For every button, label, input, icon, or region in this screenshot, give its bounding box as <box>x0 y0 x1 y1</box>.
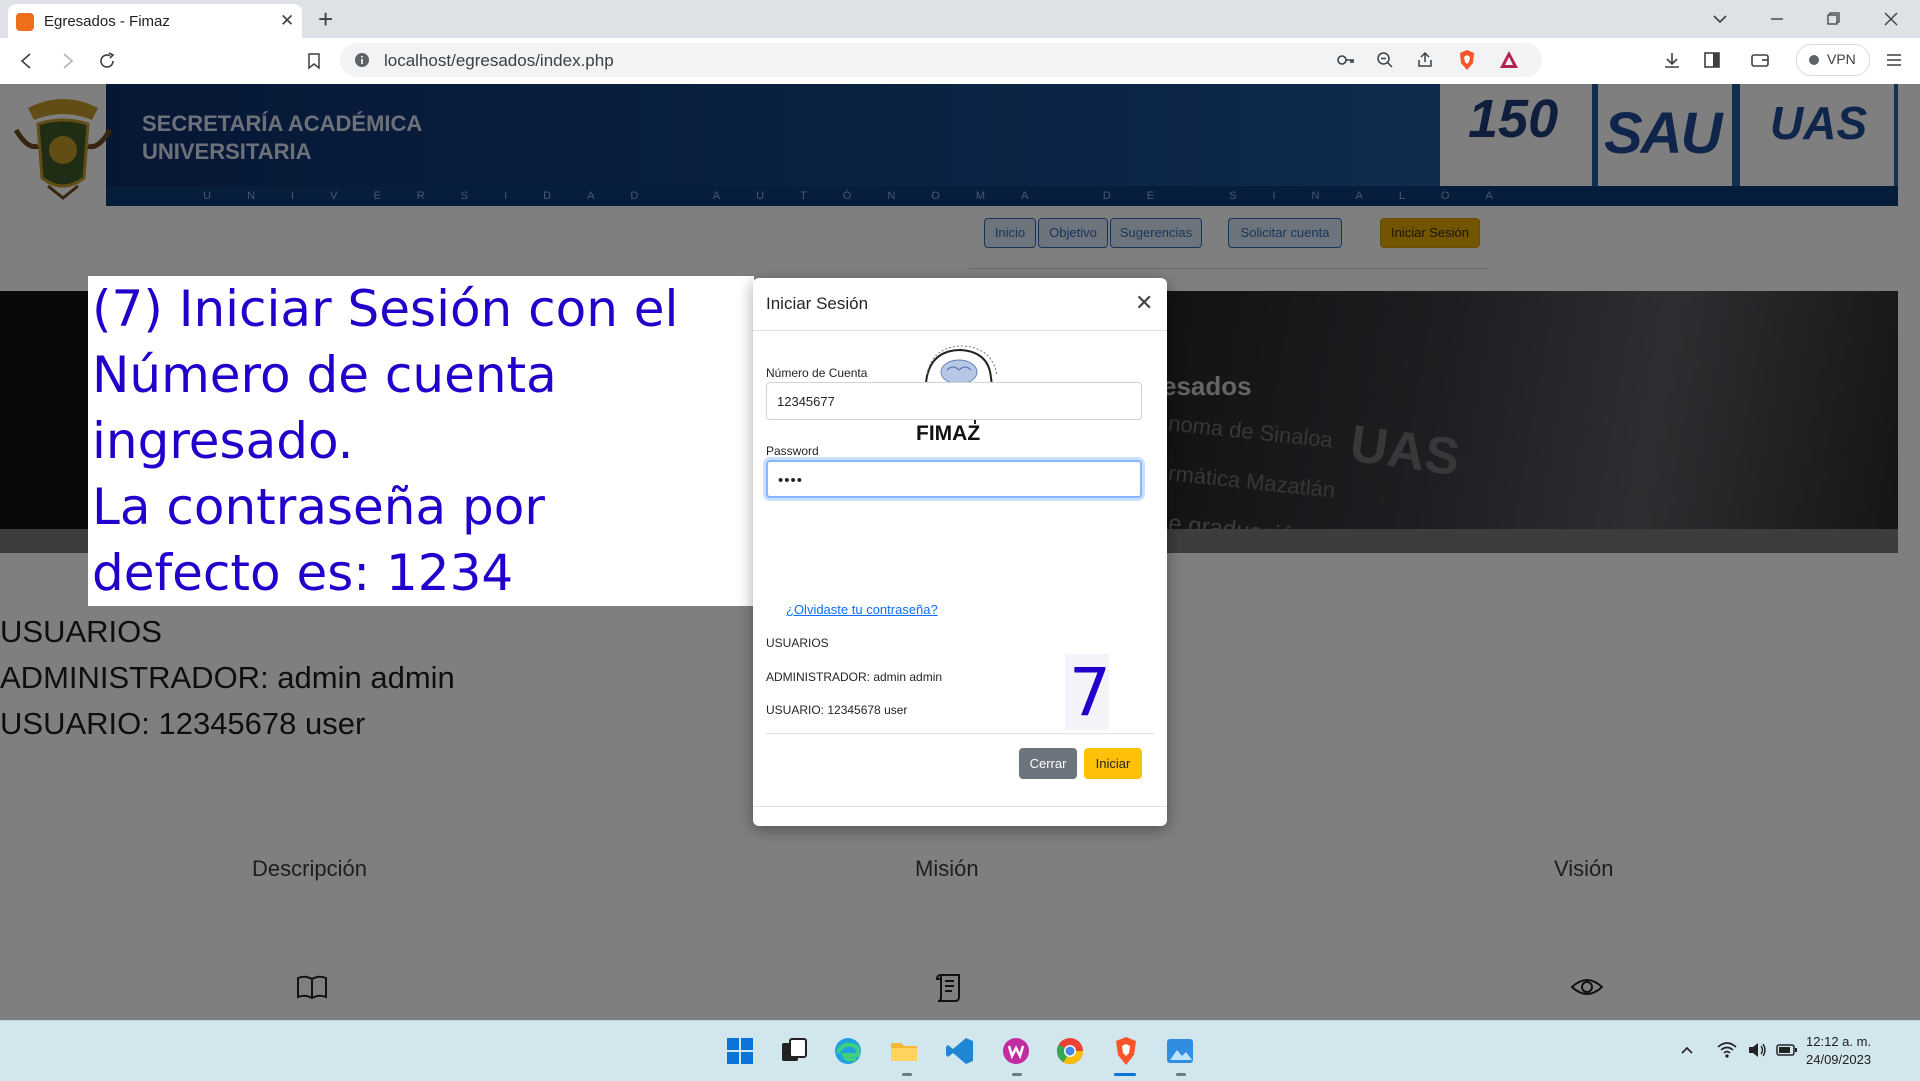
wallet-icon[interactable] <box>1750 50 1770 70</box>
password-input[interactable]: •••• <box>766 460 1142 498</box>
modal-close-icon[interactable]: ✕ <box>1135 292 1153 314</box>
photos-icon[interactable] <box>1164 1035 1196 1067</box>
reload-icon[interactable] <box>96 50 118 72</box>
tutorial-text: (7) Iniciar Sesión con el Número de cuen… <box>92 280 679 602</box>
xampp-favicon-icon <box>16 13 34 31</box>
chrome-icon[interactable] <box>1054 1035 1086 1067</box>
modal-separator <box>766 733 1154 734</box>
battery-icon[interactable] <box>1776 1042 1798 1058</box>
clock-time: 12:12 a. m. <box>1806 1034 1872 1049</box>
download-icon[interactable] <box>1662 50 1682 70</box>
file-explorer-icon[interactable] <box>888 1035 920 1067</box>
browser-toolbar: localhost/egresados/index.php VPN <box>0 38 1920 85</box>
taskbar-clock[interactable]: 12:12 a. m. 24/09/2023 <box>1806 1033 1871 1069</box>
taskbar-active-indicator <box>1114 1073 1136 1076</box>
wifi-icon[interactable] <box>1716 1040 1738 1060</box>
windows-start-icon[interactable] <box>724 1035 756 1067</box>
brave-browser-icon[interactable] <box>1110 1035 1142 1067</box>
volume-icon[interactable] <box>1746 1040 1768 1060</box>
login-modal: Iniciar Sesión ✕ FIMAZ Número de Cuenta … <box>753 278 1167 826</box>
modal-users-heading: USUARIOS <box>766 636 829 650</box>
fimaz-logo-text: FIMAZ <box>916 422 981 445</box>
new-tab-icon[interactable]: + <box>318 6 333 32</box>
windows-taskbar: 12:12 a. m. 24/09/2023 <box>0 1020 1920 1081</box>
brave-shields-icon[interactable] <box>1456 49 1478 71</box>
vpn-label: VPN <box>1827 51 1856 67</box>
taskbar-running-indicator <box>902 1073 912 1076</box>
forward-icon[interactable] <box>56 50 78 72</box>
browser-tab[interactable]: Egresados - Fimaz ✕ <box>8 4 302 38</box>
modal-users-admin: ADMINISTRADOR: admin admin <box>766 670 943 684</box>
taskbar-running-indicator <box>1176 1073 1186 1076</box>
step-number: 7 <box>1069 654 1111 731</box>
clock-date: 24/09/2023 <box>1806 1052 1872 1067</box>
account-label: Número de Cuenta <box>766 366 868 380</box>
tray-chevron-up-icon[interactable] <box>1678 1041 1696 1059</box>
browser-tab-strip: Egresados - Fimaz ✕ + <box>0 0 1920 38</box>
site-info-icon[interactable] <box>354 52 370 68</box>
modal-users-user: USUARIO: 12345678 user <box>766 703 908 717</box>
window-close-icon[interactable] <box>1880 8 1902 30</box>
brave-rewards-icon[interactable] <box>1498 49 1520 71</box>
share-icon[interactable] <box>1416 51 1434 69</box>
tab-close-icon[interactable]: ✕ <box>280 12 294 29</box>
task-view-icon[interactable] <box>778 1035 810 1067</box>
sidebar-icon[interactable] <box>1702 50 1722 70</box>
zoom-icon[interactable] <box>1376 51 1394 69</box>
taskbar-running-indicator <box>1012 1073 1022 1076</box>
menu-icon[interactable] <box>1884 50 1904 70</box>
modal-footer-divider <box>753 806 1167 807</box>
restore-icon[interactable] <box>1822 8 1844 30</box>
vscode-icon[interactable] <box>944 1035 976 1067</box>
bookmark-icon[interactable] <box>303 50 325 72</box>
close-button[interactable]: Cerrar <box>1019 748 1077 779</box>
vpn-button[interactable]: VPN <box>1796 44 1870 76</box>
step-number-badge: 7 <box>1065 654 1111 731</box>
account-number-input[interactable]: 12345677 <box>766 382 1142 420</box>
tab-title: Egresados - Fimaz <box>44 13 170 30</box>
back-icon[interactable] <box>16 50 38 72</box>
password-label: Password <box>766 444 819 458</box>
edge-icon[interactable] <box>832 1035 864 1067</box>
modal-title: Iniciar Sesión <box>766 294 869 313</box>
vpn-status-icon <box>1809 55 1819 65</box>
tutorial-annotation: (7) Iniciar Sesión con el Número de cuen… <box>88 276 754 606</box>
wps-office-icon[interactable] <box>1000 1035 1032 1067</box>
address-bar[interactable]: localhost/egresados/index.php <box>340 43 1542 77</box>
minimize-icon[interactable] <box>1766 8 1788 30</box>
url-text: localhost/egresados/index.php <box>384 51 614 70</box>
submit-login-button[interactable]: Iniciar <box>1084 748 1142 779</box>
tab-search-chevron-icon[interactable] <box>1709 8 1731 30</box>
key-icon[interactable] <box>1336 52 1356 68</box>
modal-header: Iniciar Sesión ✕ <box>753 278 1167 331</box>
forgot-password-link[interactable]: ¿Olvidaste tu contraseña? <box>786 602 938 617</box>
